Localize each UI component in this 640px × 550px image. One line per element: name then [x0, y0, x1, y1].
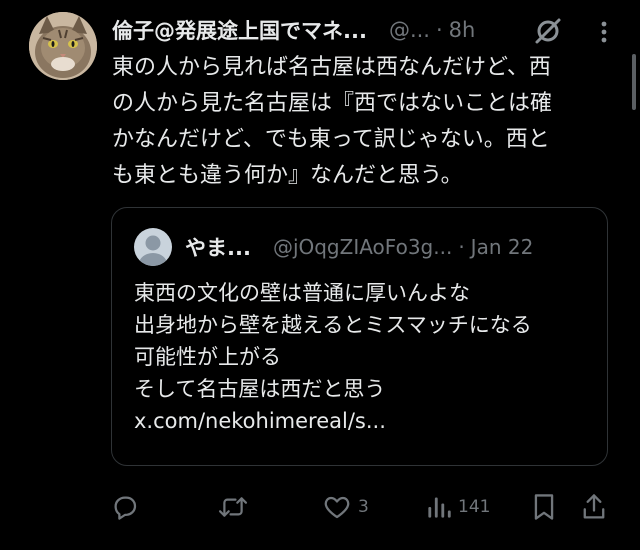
display-name[interactable]: 倫子@発展途上国でマネ... [112, 15, 367, 45]
quote-separator-dot: · [458, 235, 465, 259]
like-button[interactable]: 3 [322, 487, 369, 527]
user-handle[interactable]: @... [389, 18, 430, 42]
separator-dot: · [435, 18, 443, 42]
bookmark-icon [531, 492, 557, 522]
cat-avatar[interactable] [29, 12, 97, 80]
quote-header: やま... @jOqgZIAoFo3g... · Jan 22 [185, 232, 595, 262]
tweet[interactable]: 倫子@発展途上国でマネ... @... · 8h 東の人から見れば名古屋は西なん… [0, 0, 640, 550]
cat-avatar-image [29, 12, 97, 80]
tweet-text: 東の人から見れば名古屋は西なんだけど、西 の人から見た名古屋は『西ではないことは… [112, 55, 553, 188]
timestamp[interactable]: 8h [449, 18, 476, 42]
like-count: 3 [358, 497, 369, 517]
more-options-icon[interactable] [594, 20, 614, 44]
retweet-button[interactable] [217, 487, 255, 527]
views-icon [426, 492, 452, 522]
quote-date[interactable]: Jan 22 [471, 235, 534, 259]
reply-button[interactable] [110, 487, 146, 527]
retweet-icon [217, 492, 249, 522]
share-icon [580, 492, 608, 522]
action-bar: 3 141 [0, 487, 640, 527]
quote-user-handle[interactable]: @jOqgZIAoFo3g... [273, 235, 452, 259]
tweet-header: 倫子@発展途上国でマネ... @... · 8h [112, 14, 582, 46]
reply-icon [110, 492, 140, 522]
quote-display-name[interactable]: やま... [185, 232, 251, 262]
heart-icon [322, 492, 352, 522]
default-user-avatar[interactable] [134, 228, 172, 266]
bookmark-button[interactable] [531, 487, 557, 527]
share-button[interactable] [580, 487, 608, 527]
quote-text: 東西の文化の壁は普通に厚いんよな 出身地から壁を越えるとミスマッチになる 可能性… [134, 281, 532, 433]
grok-icon[interactable] [532, 15, 564, 47]
scrollbar[interactable] [632, 54, 636, 110]
view-count: 141 [458, 497, 491, 517]
views-button[interactable]: 141 [426, 487, 490, 527]
quote-tweet-card[interactable]: やま... @jOqgZIAoFo3g... · Jan 22 東西の文化の壁は… [111, 207, 608, 466]
